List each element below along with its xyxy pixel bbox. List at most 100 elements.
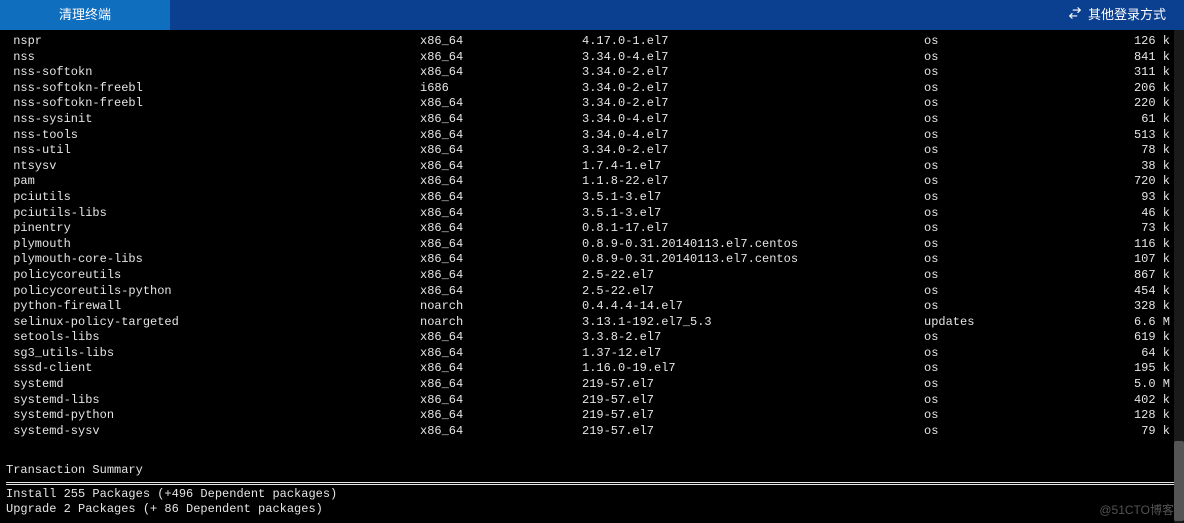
pkg-version: 4.17.0-1.el7 [582,34,924,50]
package-row: setools-libsx86_643.3.8-2.el7os619 k [6,330,1178,346]
pkg-name: nss-softokn-freebl [6,81,420,97]
pkg-repo: os [924,174,1114,190]
pkg-size: 93 k [1114,190,1178,206]
pkg-size: 38 k [1114,159,1178,175]
other-login-label: 其他登录方式 [1088,7,1166,24]
pkg-arch: x86_64 [420,377,582,393]
blank-line [0,439,1184,459]
pkg-arch: x86_64 [420,346,582,362]
pkg-size: 116 k [1114,237,1178,253]
package-row: nss-softokn-freebli6863.34.0-2.el7os206 … [6,81,1178,97]
package-row: systemdx86_64219-57.el7os5.0 M [6,377,1178,393]
pkg-repo: os [924,112,1114,128]
pkg-version: 219-57.el7 [582,424,924,440]
pkg-repo: os [924,128,1114,144]
package-row: nss-softoknx86_643.34.0-2.el7os311 k [6,65,1178,81]
pkg-repo: os [924,81,1114,97]
scrollbar-track[interactable] [1174,30,1184,523]
pkg-arch: x86_64 [420,174,582,190]
pkg-repo: os [924,424,1114,440]
pkg-name: pciutils-libs [6,206,420,222]
pkg-version: 3.34.0-4.el7 [582,50,924,66]
pkg-version: 3.5.1-3.el7 [582,190,924,206]
pkg-arch: x86_64 [420,190,582,206]
pkg-size: 619 k [1114,330,1178,346]
package-row: systemd-libsx86_64219-57.el7os402 k [6,393,1178,409]
pkg-version: 219-57.el7 [582,393,924,409]
package-row: systemd-pythonx86_64219-57.el7os128 k [6,408,1178,424]
package-row: python-firewallnoarch0.4.4.4-14.el7os328… [6,299,1178,315]
package-list: nsprx86_644.17.0-1.el7os126 k nssx86_643… [0,30,1184,439]
pkg-size: 311 k [1114,65,1178,81]
other-login-button[interactable]: 其他登录方式 [1050,0,1184,30]
separator-double-line [6,482,1178,485]
pkg-repo: os [924,65,1114,81]
pkg-repo: os [924,284,1114,300]
pkg-name: python-firewall [6,299,420,315]
pkg-version: 3.34.0-2.el7 [582,143,924,159]
pkg-version: 3.5.1-3.el7 [582,206,924,222]
pkg-repo: os [924,252,1114,268]
package-row: sg3_utils-libsx86_641.37-12.el7os64 k [6,346,1178,362]
pkg-name: ntsysv [6,159,420,175]
package-row: selinux-policy-targetednoarch3.13.1-192.… [6,315,1178,331]
pkg-repo: os [924,268,1114,284]
pkg-arch: x86_64 [420,206,582,222]
pkg-name: policycoreutils [6,268,420,284]
pkg-repo: os [924,237,1114,253]
pkg-arch: i686 [420,81,582,97]
pkg-name: nss-util [6,143,420,159]
pkg-version: 3.34.0-4.el7 [582,112,924,128]
pkg-arch: x86_64 [420,34,582,50]
tab-clear-terminal[interactable]: 清理终端 [0,0,170,30]
pkg-size: 6.6 M [1114,315,1178,331]
pkg-arch: x86_64 [420,143,582,159]
package-row: nss-utilx86_643.34.0-2.el7os78 k [6,143,1178,159]
pkg-version: 2.5-22.el7 [582,284,924,300]
pkg-size: 720 k [1114,174,1178,190]
pkg-arch: x86_64 [420,221,582,237]
pkg-name: policycoreutils-python [6,284,420,300]
pkg-arch: x86_64 [420,393,582,409]
pkg-size: 79 k [1114,424,1178,440]
pkg-name: sssd-client [6,361,420,377]
package-row: policycoreutils-pythonx86_642.5-22.el7os… [6,284,1178,300]
pkg-arch: x86_64 [420,112,582,128]
pkg-size: 5.0 M [1114,377,1178,393]
pkg-repo: os [924,299,1114,315]
pkg-version: 1.1.8-22.el7 [582,174,924,190]
pkg-repo: os [924,50,1114,66]
package-row: sssd-clientx86_641.16.0-19.el7os195 k [6,361,1178,377]
pkg-name: plymouth-core-libs [6,252,420,268]
pkg-name: pciutils [6,190,420,206]
pkg-size: 46 k [1114,206,1178,222]
pkg-size: 61 k [1114,112,1178,128]
package-row: plymouthx86_640.8.9-0.31.20140113.el7.ce… [6,237,1178,253]
pkg-repo: os [924,34,1114,50]
scrollbar-thumb[interactable] [1174,441,1184,521]
pkg-arch: noarch [420,315,582,331]
pkg-version: 0.8.9-0.31.20140113.el7.centos [582,252,924,268]
pkg-arch: x86_64 [420,237,582,253]
install-line: Install 255 Packages (+496 Dependent pac… [6,487,1178,503]
upgrade-line: Upgrade 2 Packages (+ 86 Dependent packa… [6,502,1178,518]
pkg-repo: updates [924,315,1114,331]
pkg-size: 206 k [1114,81,1178,97]
pkg-name: nspr [6,34,420,50]
pkg-version: 0.8.9-0.31.20140113.el7.centos [582,237,924,253]
pkg-version: 3.34.0-2.el7 [582,81,924,97]
transaction-summary-heading: Transaction Summary [0,459,1184,479]
pkg-arch: x86_64 [420,159,582,175]
pkg-arch: x86_64 [420,330,582,346]
pkg-repo: os [924,377,1114,393]
pkg-size: 841 k [1114,50,1178,66]
pkg-name: plymouth [6,237,420,253]
pkg-name: setools-libs [6,330,420,346]
pkg-arch: x86_64 [420,252,582,268]
pkg-name: nss-softokn [6,65,420,81]
pkg-repo: os [924,393,1114,409]
package-row: plymouth-core-libsx86_640.8.9-0.31.20140… [6,252,1178,268]
pkg-repo: os [924,190,1114,206]
pkg-name: selinux-policy-targeted [6,315,420,331]
pkg-version: 219-57.el7 [582,377,924,393]
